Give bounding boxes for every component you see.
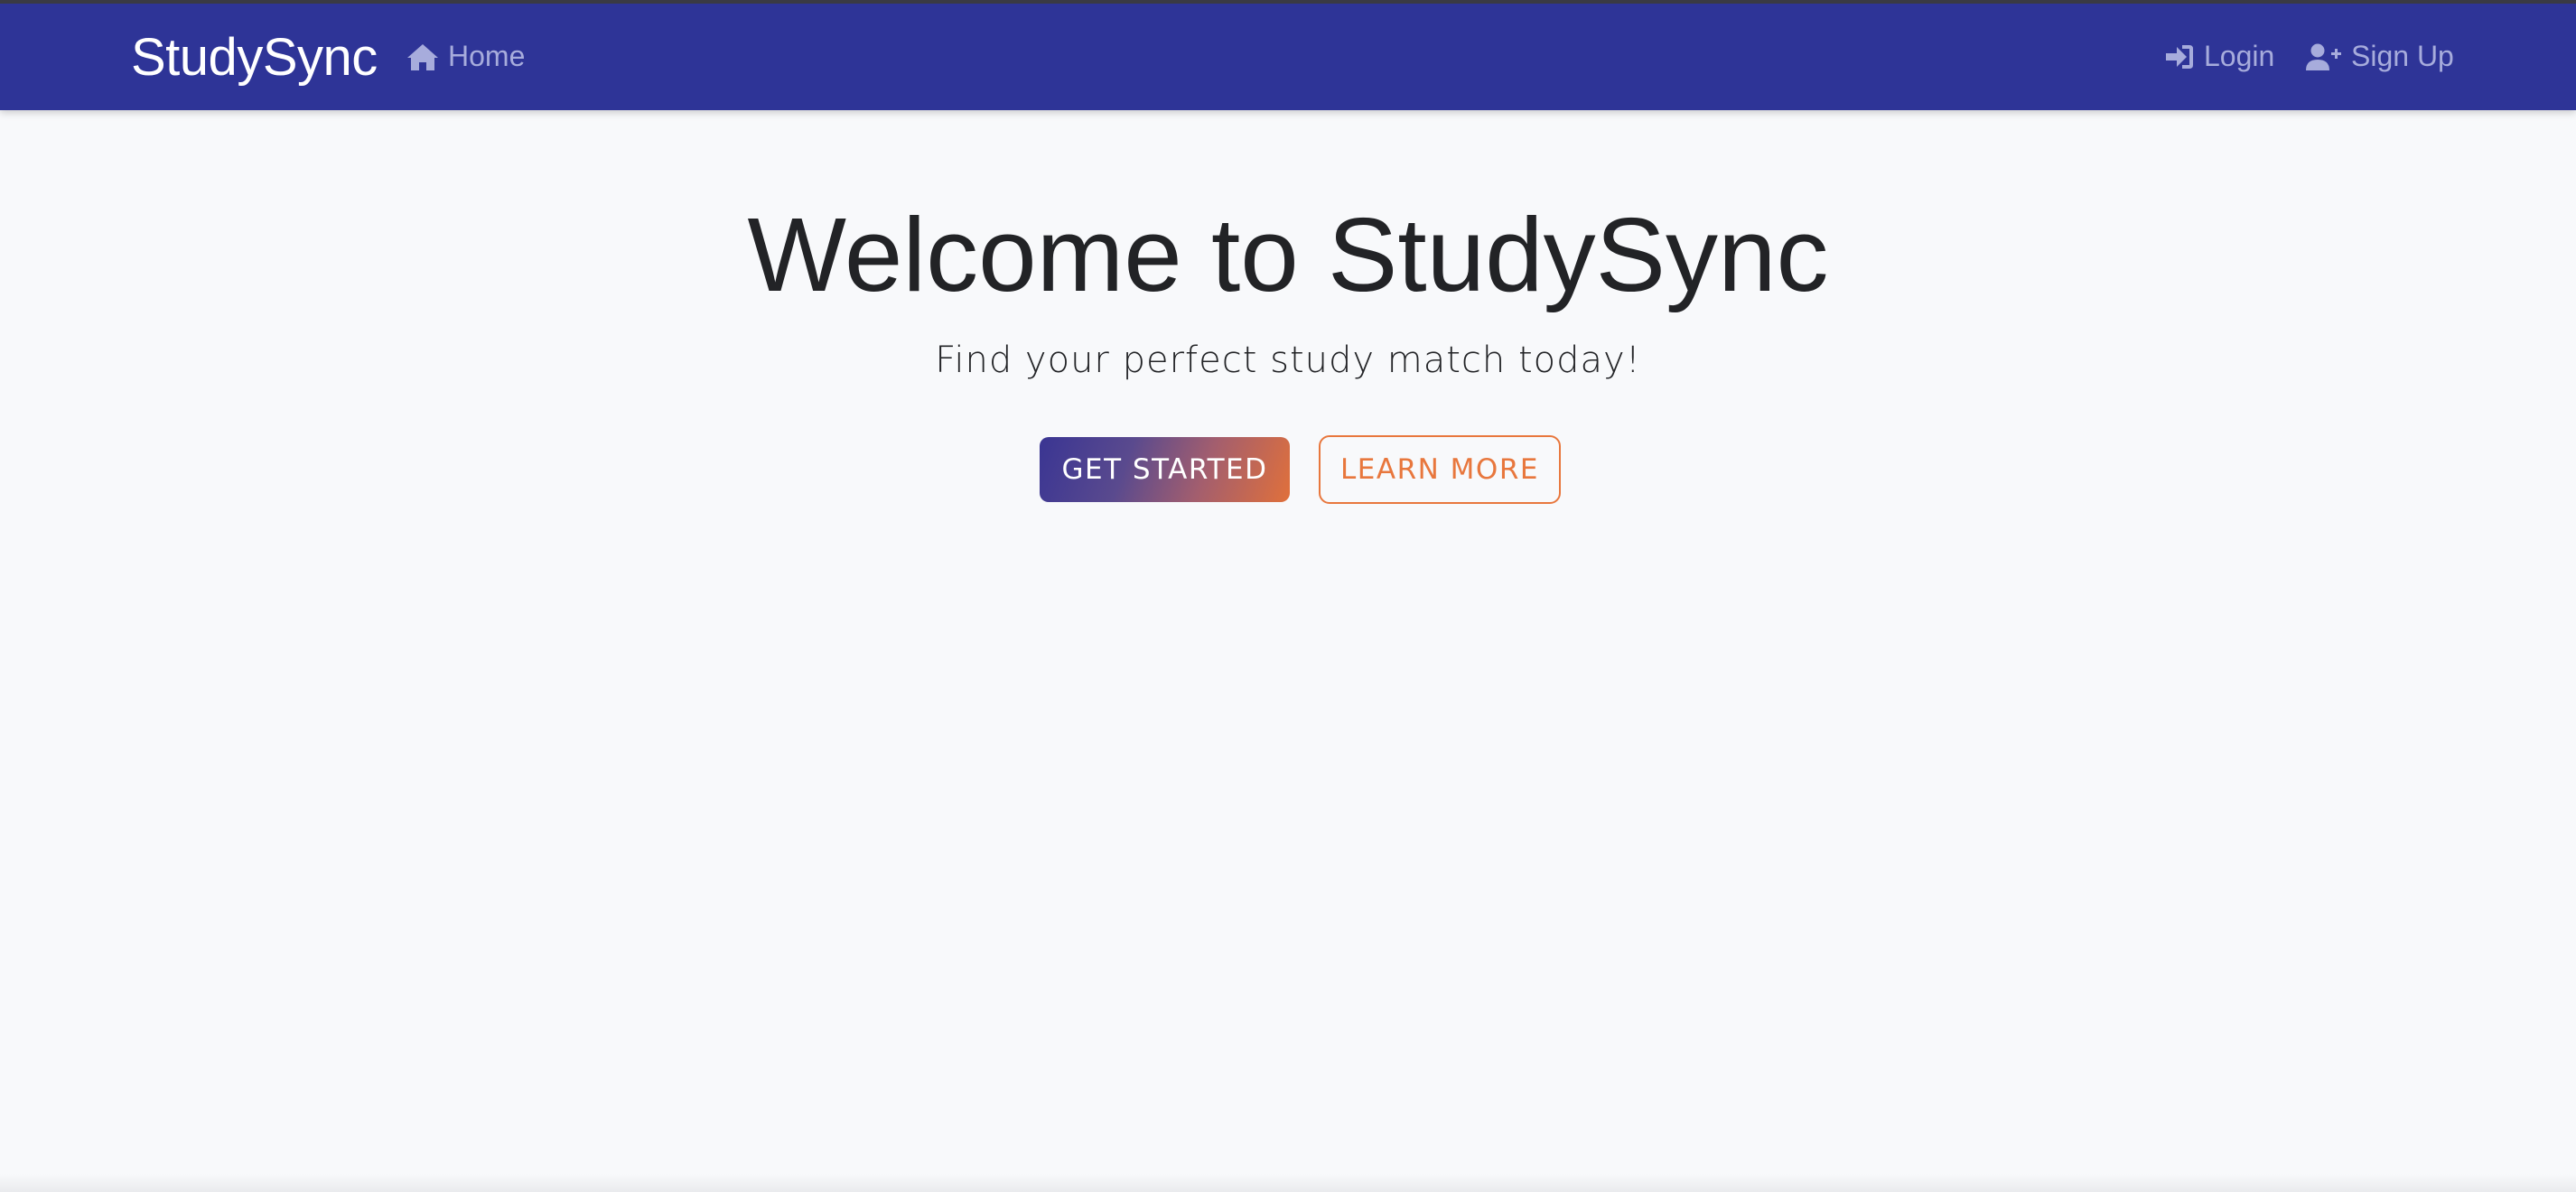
nav-signup-label: Sign Up [2351, 40, 2454, 72]
nav-home-link[interactable]: Home [406, 40, 525, 73]
home-icon [406, 42, 439, 71]
user-plus-icon [2306, 42, 2342, 71]
nav-login-label: Login [2204, 40, 2275, 72]
hero-title: Welcome to StudySync [747, 196, 1829, 313]
login-icon [2164, 42, 2195, 71]
bottom-divider [0, 1174, 2576, 1192]
nav-login-link[interactable]: Login [2164, 40, 2274, 73]
get-started-button[interactable]: GET STARTED [1040, 437, 1290, 502]
brand-logo[interactable]: StudySync [131, 27, 378, 88]
hero-subtitle: Find your perfect study match today! [935, 340, 1641, 381]
top-navbar: StudySync Home Login Sign Up [0, 0, 2576, 110]
nav-signup-link[interactable]: Sign Up [2306, 40, 2454, 73]
nav-home-label: Home [448, 40, 526, 72]
learn-more-button[interactable]: LEARN MORE [1319, 435, 1561, 504]
